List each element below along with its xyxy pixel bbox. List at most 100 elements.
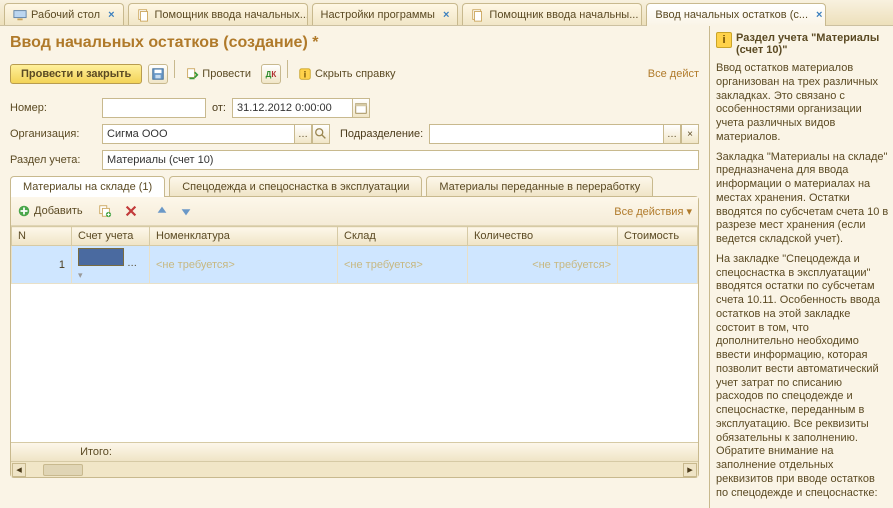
cell-cost[interactable] bbox=[618, 246, 698, 284]
post-label: Провести bbox=[202, 68, 251, 80]
scroll-right-button[interactable]: ▸ bbox=[683, 463, 697, 477]
tab-label: Рабочий стол bbox=[31, 9, 100, 21]
org-select-button[interactable]: … bbox=[294, 124, 312, 144]
col-account[interactable]: Счет учета bbox=[72, 227, 150, 246]
sub-tabs: Материалы на складе (1) Спецодежда и спе… bbox=[10, 176, 699, 197]
form-toolbar: Провести и закрыть Провести ДК i Скрыть … bbox=[10, 60, 699, 88]
tab-settings[interactable]: Настройки программы × bbox=[312, 3, 459, 25]
arrow-down-icon bbox=[179, 204, 193, 218]
help-paragraph: Закладка "Материалы на складе" предназна… bbox=[716, 151, 889, 247]
dk-button[interactable]: ДК bbox=[261, 64, 281, 84]
post-and-close-button[interactable]: Провести и закрыть bbox=[10, 64, 142, 84]
delete-row-button[interactable] bbox=[121, 201, 141, 221]
cell-account[interactable]: … ▾ bbox=[72, 246, 150, 284]
org-open-button[interactable] bbox=[312, 124, 330, 144]
col-nomen[interactable]: Номенклатура bbox=[150, 227, 338, 246]
grid-all-actions[interactable]: Все действия ▾ bbox=[614, 205, 692, 218]
dk-icon: ДК bbox=[266, 71, 277, 78]
dept-label: Подразделение: bbox=[340, 128, 423, 140]
col-sklad[interactable]: Склад bbox=[338, 227, 468, 246]
subtab-processing[interactable]: Материалы переданные в переработку bbox=[426, 176, 653, 197]
cell-nomen[interactable]: <не требуется> bbox=[150, 246, 338, 284]
account-clear-button[interactable]: ▾ bbox=[78, 270, 83, 280]
window-tabs: Рабочий стол × Помощник ввода начальных.… bbox=[0, 0, 893, 26]
help-paragraph: На закладке "Спецодежда и спецоснастка в… bbox=[716, 253, 889, 501]
account-editor[interactable] bbox=[78, 248, 124, 266]
dept-input[interactable] bbox=[429, 124, 663, 144]
help-pane: i Раздел учета "Материалы (счет 10)" Вво… bbox=[709, 26, 893, 508]
tab-desktop[interactable]: Рабочий стол × bbox=[4, 3, 124, 25]
add-label: Добавить bbox=[34, 205, 83, 217]
copy-row-button[interactable] bbox=[95, 201, 115, 221]
cell-sklad[interactable]: <не требуется> bbox=[338, 246, 468, 284]
tab-label: Ввод начальных остатков (с... bbox=[655, 9, 808, 21]
account-select-button[interactable]: … bbox=[127, 258, 137, 269]
org-input-group: … bbox=[102, 124, 330, 144]
grid: N Счет учета Номенклатура Склад Количест… bbox=[11, 226, 698, 442]
tab-label: Помощник ввода начальных... bbox=[155, 9, 308, 21]
add-row-button[interactable]: Добавить bbox=[17, 204, 83, 218]
grid-footer: Итого: bbox=[11, 442, 698, 461]
magnify-icon bbox=[314, 127, 328, 141]
number-input[interactable] bbox=[102, 98, 206, 118]
dept-input-group: … × bbox=[429, 124, 699, 144]
scroll-thumb[interactable] bbox=[43, 464, 83, 476]
cell-qty[interactable]: <не требуется> bbox=[468, 246, 618, 284]
grid-all-actions-label: Все действия bbox=[614, 206, 683, 218]
dept-select-button[interactable]: … bbox=[663, 124, 681, 144]
subtab-workwear[interactable]: Спецодежда и спецоснастка в эксплуатации bbox=[169, 176, 422, 197]
close-icon[interactable]: × bbox=[443, 9, 449, 21]
help-paragraph: Ввод остатков материалов организован на … bbox=[716, 62, 889, 145]
desktop-icon bbox=[13, 8, 27, 22]
col-n[interactable]: N bbox=[12, 227, 72, 246]
table-row[interactable]: 1 … ▾ <не требуется> <не требуется> <не … bbox=[12, 246, 698, 284]
post-button[interactable]: Провести bbox=[181, 65, 255, 83]
delete-icon bbox=[124, 204, 138, 218]
col-qty[interactable]: Количество bbox=[468, 227, 618, 246]
info-icon: i bbox=[716, 32, 732, 48]
page-title: Ввод начальных остатков (создание) * bbox=[10, 34, 699, 52]
tab-helper-1[interactable]: Помощник ввода начальных... × bbox=[128, 3, 308, 25]
number-label: Номер: bbox=[10, 102, 96, 114]
help-text: Ввод остатков материалов организован на … bbox=[716, 62, 889, 500]
section-label: Раздел учета: bbox=[10, 154, 96, 166]
hide-help-label: Скрыть справку bbox=[315, 68, 396, 80]
tab-label: Помощник ввода начальны... bbox=[489, 9, 638, 21]
date-input-group bbox=[232, 98, 370, 118]
move-down-button[interactable] bbox=[177, 202, 195, 220]
calendar-icon bbox=[354, 101, 368, 115]
copy-icon bbox=[98, 204, 112, 218]
tab-label: Настройки программы bbox=[321, 9, 435, 21]
cell-n[interactable]: 1 bbox=[12, 246, 72, 284]
tab-initial-balances[interactable]: Ввод начальных остатков (с... × bbox=[646, 3, 826, 26]
doclist-icon bbox=[137, 8, 151, 22]
section-input[interactable] bbox=[102, 150, 699, 170]
all-actions-link[interactable]: Все дейст bbox=[648, 68, 699, 80]
separator bbox=[174, 60, 175, 78]
from-label: от: bbox=[212, 102, 226, 114]
calendar-button[interactable] bbox=[352, 98, 370, 118]
post-icon bbox=[185, 67, 199, 81]
col-cost[interactable]: Стоимость bbox=[618, 227, 698, 246]
horizontal-scrollbar[interactable]: ◂ ▸ bbox=[11, 461, 698, 477]
svg-text:i: i bbox=[304, 70, 306, 80]
scroll-left-button[interactable]: ◂ bbox=[12, 463, 26, 477]
hide-help-button[interactable]: i Скрыть справку bbox=[294, 65, 400, 83]
org-input[interactable] bbox=[102, 124, 294, 144]
grid-toolbar: Добавить Все действия ▾ bbox=[11, 197, 698, 226]
form-area: Ввод начальных остатков (создание) * Про… bbox=[0, 26, 709, 508]
move-up-button[interactable] bbox=[153, 202, 171, 220]
subtab-materials-stock[interactable]: Материалы на складе (1) bbox=[10, 176, 165, 197]
arrow-up-icon bbox=[155, 204, 169, 218]
close-icon[interactable]: × bbox=[108, 9, 114, 21]
separator bbox=[287, 60, 288, 78]
close-icon[interactable]: × bbox=[816, 9, 822, 21]
tab-helper-2[interactable]: Помощник ввода начальны... × bbox=[462, 3, 642, 25]
date-input[interactable] bbox=[232, 98, 352, 118]
save-button[interactable] bbox=[148, 64, 168, 84]
dept-clear-button[interactable]: × bbox=[681, 124, 699, 144]
footer-total-label: Итого: bbox=[80, 446, 112, 458]
floppy-icon bbox=[151, 67, 165, 81]
add-icon bbox=[17, 204, 31, 218]
info-icon: i bbox=[298, 67, 312, 81]
